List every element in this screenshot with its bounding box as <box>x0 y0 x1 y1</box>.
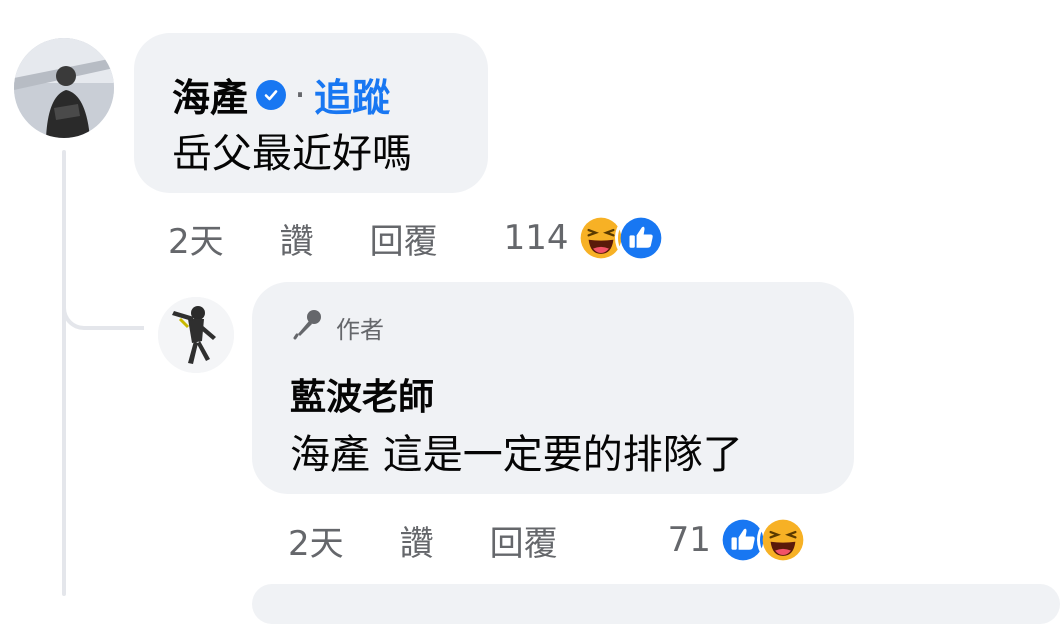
comment-header: 海產 · 追蹤 <box>172 67 390 122</box>
commenter-avatar[interactable] <box>14 38 114 138</box>
comment-text: 岳父最近好嗎 <box>172 131 412 177</box>
separator-dot: · <box>294 72 307 117</box>
author-badge: 作者 <box>290 306 384 348</box>
commenter-name[interactable]: 海產 <box>172 67 248 122</box>
reply-button[interactable]: 回覆 <box>370 214 438 263</box>
like-button[interactable]: 讚 <box>280 214 314 263</box>
haha-icon <box>756 514 809 566</box>
like-icon <box>614 212 667 264</box>
reply-reaction-summary[interactable] <box>716 514 809 566</box>
reply-like-button[interactable]: 讚 <box>400 516 434 565</box>
reply-bubble: 作者 藍波老師 海產 這是一定要的排隊了 <box>252 282 854 494</box>
comment-bubble: 海產 · 追蹤 岳父最近好嗎 <box>134 33 488 193</box>
reply-text: 海產 這是一定要的排隊了 <box>290 432 743 478</box>
microphone-icon <box>290 306 326 348</box>
author-avatar[interactable] <box>158 297 234 373</box>
reply-reaction-count[interactable]: 71 <box>668 520 711 560</box>
reply-timestamp[interactable]: 2天 <box>288 516 344 565</box>
verified-badge-icon <box>256 79 287 110</box>
next-comment-bubble <box>252 584 1060 624</box>
reply-author-name[interactable]: 藍波老師 <box>290 368 434 420</box>
thread-line <box>62 150 66 596</box>
reply-connector <box>62 290 144 330</box>
follow-button[interactable]: 追蹤 <box>314 67 390 122</box>
reaction-count[interactable]: 114 <box>504 218 569 258</box>
reply-reply-button[interactable]: 回覆 <box>490 516 558 565</box>
comment-timestamp[interactable]: 2天 <box>168 214 224 263</box>
comment-actions: 2天 讚 回覆 114 <box>168 212 667 264</box>
reaction-summary[interactable] <box>574 212 667 264</box>
author-badge-label: 作者 <box>336 315 384 344</box>
reply-actions: 2天 讚 回覆 71 <box>288 514 809 566</box>
